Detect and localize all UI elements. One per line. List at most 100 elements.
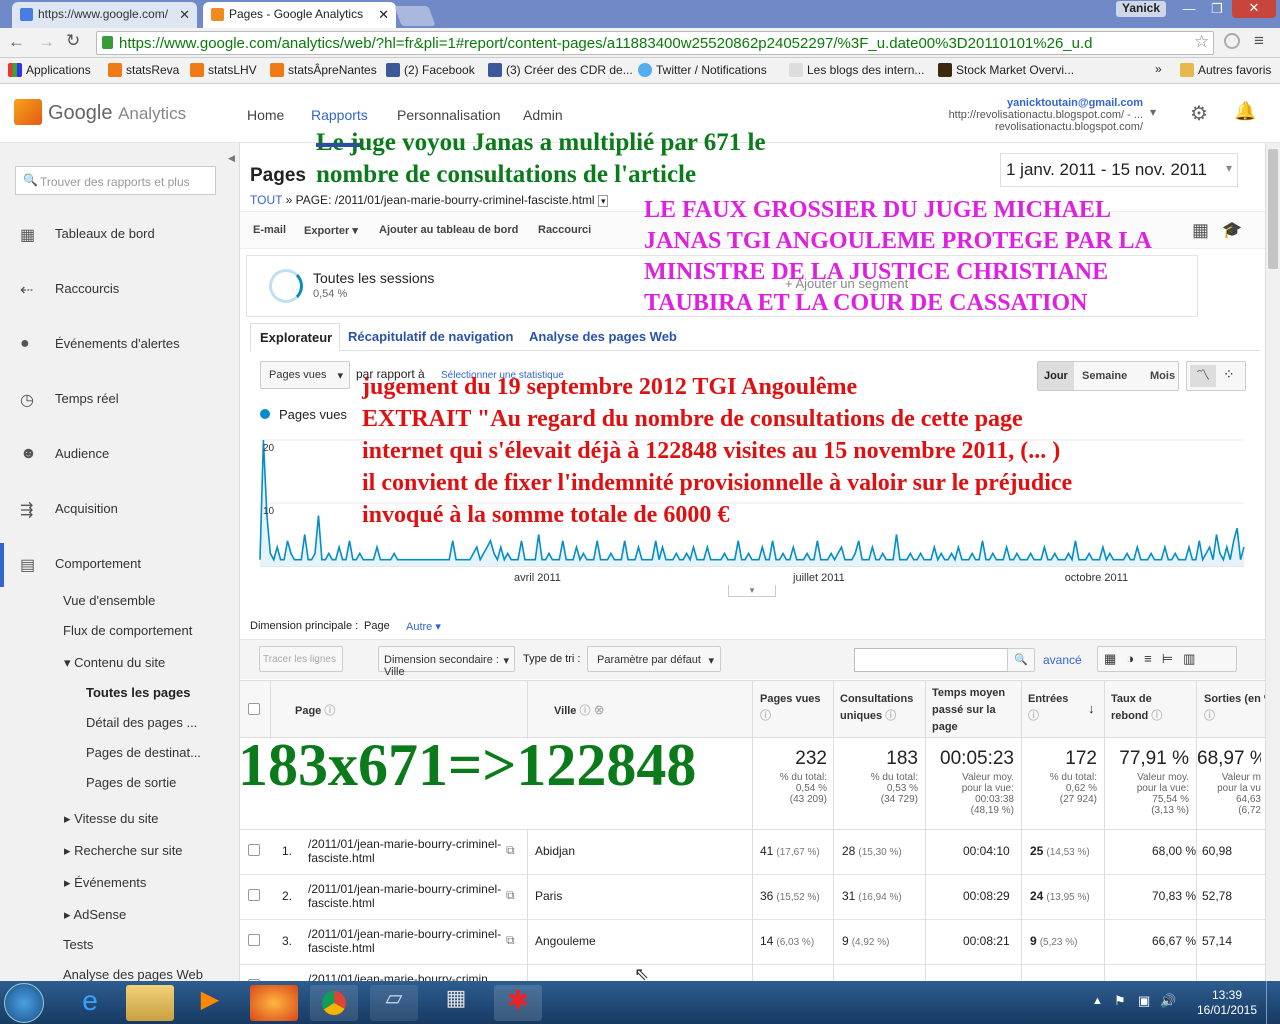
firefox-icon[interactable] <box>250 985 298 1021</box>
menu-icon[interactable]: ≡ <box>1254 31 1264 51</box>
sidebar-sub-content[interactable]: ▾ Contenu du site <box>64 655 165 671</box>
row-page[interactable]: /2011/01/jean-marie-bourry-criminel-fasc… <box>308 837 503 865</box>
search-input[interactable]: 🔍 Trouver des rapports et plus <box>15 166 216 195</box>
open-page-icon[interactable]: ⧉ <box>506 933 515 948</box>
view-toggle[interactable]: ▦◑≡⊨▥ <box>1097 646 1237 672</box>
line-chart-icon[interactable]: 〽 <box>1190 365 1216 387</box>
user-badge[interactable]: Yanick <box>1116 1 1166 17</box>
close-icon[interactable]: ✕ <box>378 7 389 23</box>
back-icon[interactable]: ← <box>8 32 25 52</box>
col-entrances[interactable]: Entrées ⓘ <box>1028 691 1088 725</box>
col-bounce[interactable]: Taux de rebond ⓘ <box>1111 691 1181 725</box>
col-avg-time[interactable]: Temps moyen passé sur la page <box>932 685 1018 736</box>
col-city[interactable]: Ville ⓘ ⊗ <box>554 703 605 720</box>
tab-inpage[interactable]: Analyse des pages Web <box>529 329 677 344</box>
bookmark-statsaprenantes[interactable]: statsÂpreNantes <box>270 63 377 77</box>
scrollbar-thumb[interactable] <box>1268 149 1278 269</box>
row-checkbox[interactable] <box>248 934 260 946</box>
sidebar-sub-page-detail[interactable]: Détail des pages ... <box>86 715 197 730</box>
nav-admin[interactable]: Admin <box>523 107 563 123</box>
bookmark-applications[interactable]: Applications <box>8 63 91 77</box>
chevron-down-icon[interactable]: ▾ <box>597 195 609 207</box>
collapse-icon[interactable]: ◀ <box>228 153 235 164</box>
metric-select[interactable]: Pages vues ▾ <box>260 361 350 389</box>
advanced-link[interactable]: avancé <box>1043 653 1082 667</box>
bookmark-creer-cdr[interactable]: (3) Créer des CDR de... <box>488 63 633 77</box>
chart-collapse-handle[interactable]: ▾ <box>728 585 776 597</box>
row-checkbox[interactable] <box>248 844 260 856</box>
tab-explorer[interactable]: Explorateur <box>250 323 340 352</box>
tray-arrow-icon[interactable]: ▲ <box>1092 995 1103 1007</box>
secondary-dim-select[interactable]: Dimension secondaire : Ville ▾ <box>378 646 515 678</box>
reload-icon[interactable]: ↻ <box>66 31 80 51</box>
sort-select[interactable]: Paramètre par défaut ▾ <box>587 646 721 672</box>
bell-icon[interactable]: 🔔 <box>1234 101 1256 122</box>
tray-flag-icon[interactable]: ⚑ <box>1114 993 1126 1009</box>
extension-icon[interactable] <box>1224 33 1240 49</box>
table-row[interactable]: 3. /2011/01/jean-marie-bourry-criminel-fa… <box>240 920 1265 965</box>
new-tab-button[interactable] <box>394 6 436 26</box>
paint-icon[interactable]: ✱ <box>494 985 542 1021</box>
chrome-icon[interactable] <box>310 985 358 1021</box>
sidebar-sub-speed[interactable]: ▸ Vitesse du site <box>64 811 158 827</box>
tab-google[interactable]: https://www.google.com/ ✕ <box>12 2 197 28</box>
minimize-icon[interactable]: — <box>1176 1 1202 17</box>
nav-rapports[interactable]: Rapports <box>311 107 368 123</box>
sidebar-sub-landing[interactable]: Pages de destinat... <box>86 745 201 760</box>
tray-volume-icon[interactable]: 🔊 <box>1160 993 1176 1009</box>
table-row[interactable]: 4./2011/01/jean-marie-bourry-criminPoiti… <box>240 965 1265 981</box>
ga-logo[interactable]: Google Analytics <box>48 102 186 125</box>
tray-network-icon[interactable]: ▣ <box>1138 993 1150 1009</box>
bookmark-stock[interactable]: Stock Market Overvi... <box>938 63 1074 77</box>
bookmark-statsreva[interactable]: statsReva <box>108 63 179 77</box>
open-page-icon[interactable]: ⧉ <box>506 888 515 903</box>
sidebar-sub-inpage[interactable]: Analyse des pages Web <box>63 967 203 982</box>
maximize-icon[interactable]: ❐ <box>1204 1 1230 17</box>
col-exit[interactable]: Sorties (en %) ⓘ <box>1204 691 1265 725</box>
forward-icon[interactable]: → <box>38 32 55 52</box>
row-page[interactable]: /2011/01/jean-marie-bourry-criminel-fasc… <box>308 927 503 955</box>
window-close-icon[interactable]: ✕ <box>1232 0 1276 18</box>
bookmark-autres[interactable]: Autres favoris <box>1180 63 1271 77</box>
date-range-picker[interactable]: 1 janv. 2011 - 15 nov. 2011 ▾ <box>1000 153 1238 187</box>
row-checkbox[interactable] <box>248 889 260 901</box>
breadcrumb-all[interactable]: TOUT <box>250 193 282 207</box>
table-row[interactable]: 1. /2011/01/jean-marie-bourry-criminel-fa… <box>240 830 1265 875</box>
sidebar-sub-search[interactable]: ▸ Recherche sur site <box>64 843 183 859</box>
shortcut-button[interactable]: Raccourci <box>538 224 591 236</box>
bookmark-facebook[interactable]: (2) Facebook <box>386 63 475 77</box>
col-pageviews[interactable]: Pages vues ⓘ <box>760 691 830 725</box>
sidebar-sub-adsense[interactable]: ▸ AdSense <box>64 907 126 923</box>
close-icon[interactable]: ✕ <box>179 7 190 23</box>
granularity-month[interactable]: Mois <box>1150 370 1175 382</box>
plot-rows-button[interactable]: Tracer les lignes <box>259 646 343 672</box>
sidebar-sub-exit[interactable]: Pages de sortie <box>86 775 176 790</box>
col-page[interactable]: Page ⓘ <box>295 703 335 720</box>
gear-icon[interactable]: ⚙ <box>1190 101 1208 126</box>
show-desktop-button[interactable] <box>1266 981 1280 1024</box>
col-unique[interactable]: Consultations uniques ⓘ <box>840 691 922 725</box>
bookmark-statslhv[interactable]: statsLHV <box>190 63 257 77</box>
explorer-icon[interactable] <box>126 985 174 1021</box>
row-page[interactable]: /2011/01/jean-marie-bourry-crimin <box>308 972 503 981</box>
sidebar-sub-all-pages[interactable]: Toutes les pages <box>86 685 191 700</box>
remove-icon[interactable]: ⊗ <box>594 705 605 717</box>
address-bar[interactable]: https://www.google.com/analytics/web/?hl… <box>96 31 1214 55</box>
calculator-icon[interactable]: ▦ <box>432 985 480 1021</box>
tab-analytics[interactable]: Pages - Google Analytics ✕ <box>203 2 396 28</box>
bookmark-blogs[interactable]: Les blogs des intern... <box>789 63 924 77</box>
chevron-down-icon[interactable]: ▾ <box>1150 105 1156 119</box>
segment-label[interactable]: Toutes les sessions <box>313 270 434 286</box>
start-button[interactable] <box>4 983 44 1023</box>
star-icon[interactable]: ☆ <box>1194 32 1209 52</box>
bookmark-twitter[interactable]: Twitter / Notifications <box>638 63 767 77</box>
account-info[interactable]: yanicktoutain@gmail.com http://revolisat… <box>900 97 1143 133</box>
granularity-week[interactable]: Semaine <box>1082 370 1127 382</box>
sidebar-sub-overview[interactable]: Vue d'ensemble <box>63 593 155 608</box>
sidebar-sub-events[interactable]: ▸ Événements <box>64 875 146 891</box>
email-button[interactable]: E-mail <box>253 224 286 236</box>
sidebar-sub-flow[interactable]: Flux de comportement <box>63 623 192 638</box>
ie-icon[interactable]: e <box>66 985 114 1021</box>
media-player-icon[interactable]: ▶ <box>186 985 234 1021</box>
clock[interactable]: 13:39 16/01/2015 <box>1195 988 1259 1018</box>
